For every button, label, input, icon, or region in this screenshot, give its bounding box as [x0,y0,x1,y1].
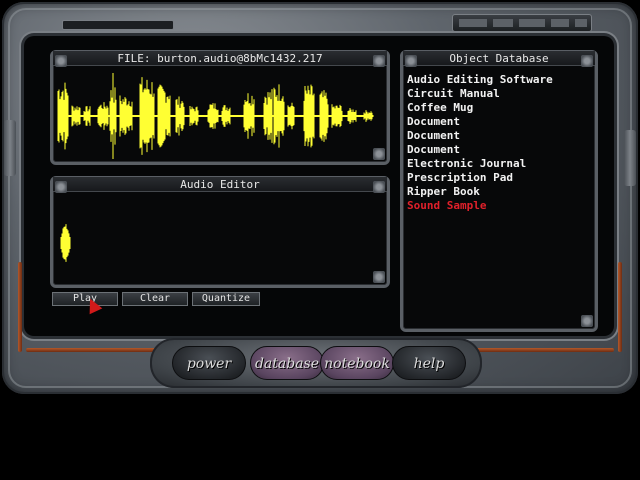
trim-vertical-left [18,262,22,352]
nav-database-button[interactable]: database [250,346,324,380]
object-list-item[interactable]: Audio Editing Software [407,73,553,87]
object-list-item[interactable]: Electronic Journal [407,157,553,171]
panel-corner [55,55,67,67]
panel-corner [581,315,593,327]
object-database-panel: Object Database Audio Editing Software C… [400,50,598,332]
audio-editor-panel[interactable]: Audio Editor [50,176,390,288]
panel-corner [373,148,385,160]
object-list-item[interactable]: Document [407,143,553,157]
object-list-item[interactable]: Prescription Pad [407,171,553,185]
editor-panel-title: Audio Editor [53,177,387,192]
audio-waveform [57,73,374,159]
object-list: Audio Editing Software Circuit Manual Co… [407,73,553,213]
right-latch [624,130,636,186]
object-list-item[interactable]: Coffee Mug [407,101,553,115]
object-list-item[interactable]: Ripper Book [407,185,553,199]
object-database-title: Object Database [403,51,595,66]
nav-power-button[interactable]: power [172,346,246,380]
panel-corner [581,55,593,67]
file-panel-title: FILE: burton.audio@8bMc1432.217 [53,51,387,66]
object-list-item[interactable]: Document [407,129,553,143]
file-waveform-panel: FILE: burton.audio@8bMc1432.217 [50,50,390,165]
nav-help-button[interactable]: help [392,346,466,380]
object-list-item-selected[interactable]: Sound Sample [407,199,553,213]
trim-vertical-right [618,262,622,352]
trim-left [26,348,166,352]
object-list-item[interactable]: Circuit Manual [407,87,553,101]
trim-right [474,348,614,352]
panel-corner [373,181,385,193]
object-list-item[interactable]: Document [407,115,553,129]
panel-corner [373,271,385,283]
clear-button[interactable]: Clear [122,292,188,306]
left-latch [4,120,16,176]
panel-corner [405,55,417,67]
top-nameplate [452,14,592,32]
quantize-button[interactable]: Quantize [192,292,260,306]
panel-corner [373,55,385,67]
panel-corner [55,181,67,193]
top-left-slot [62,20,174,30]
sample-track[interactable] [57,197,383,277]
nav-notebook-button[interactable]: notebook [320,346,394,380]
